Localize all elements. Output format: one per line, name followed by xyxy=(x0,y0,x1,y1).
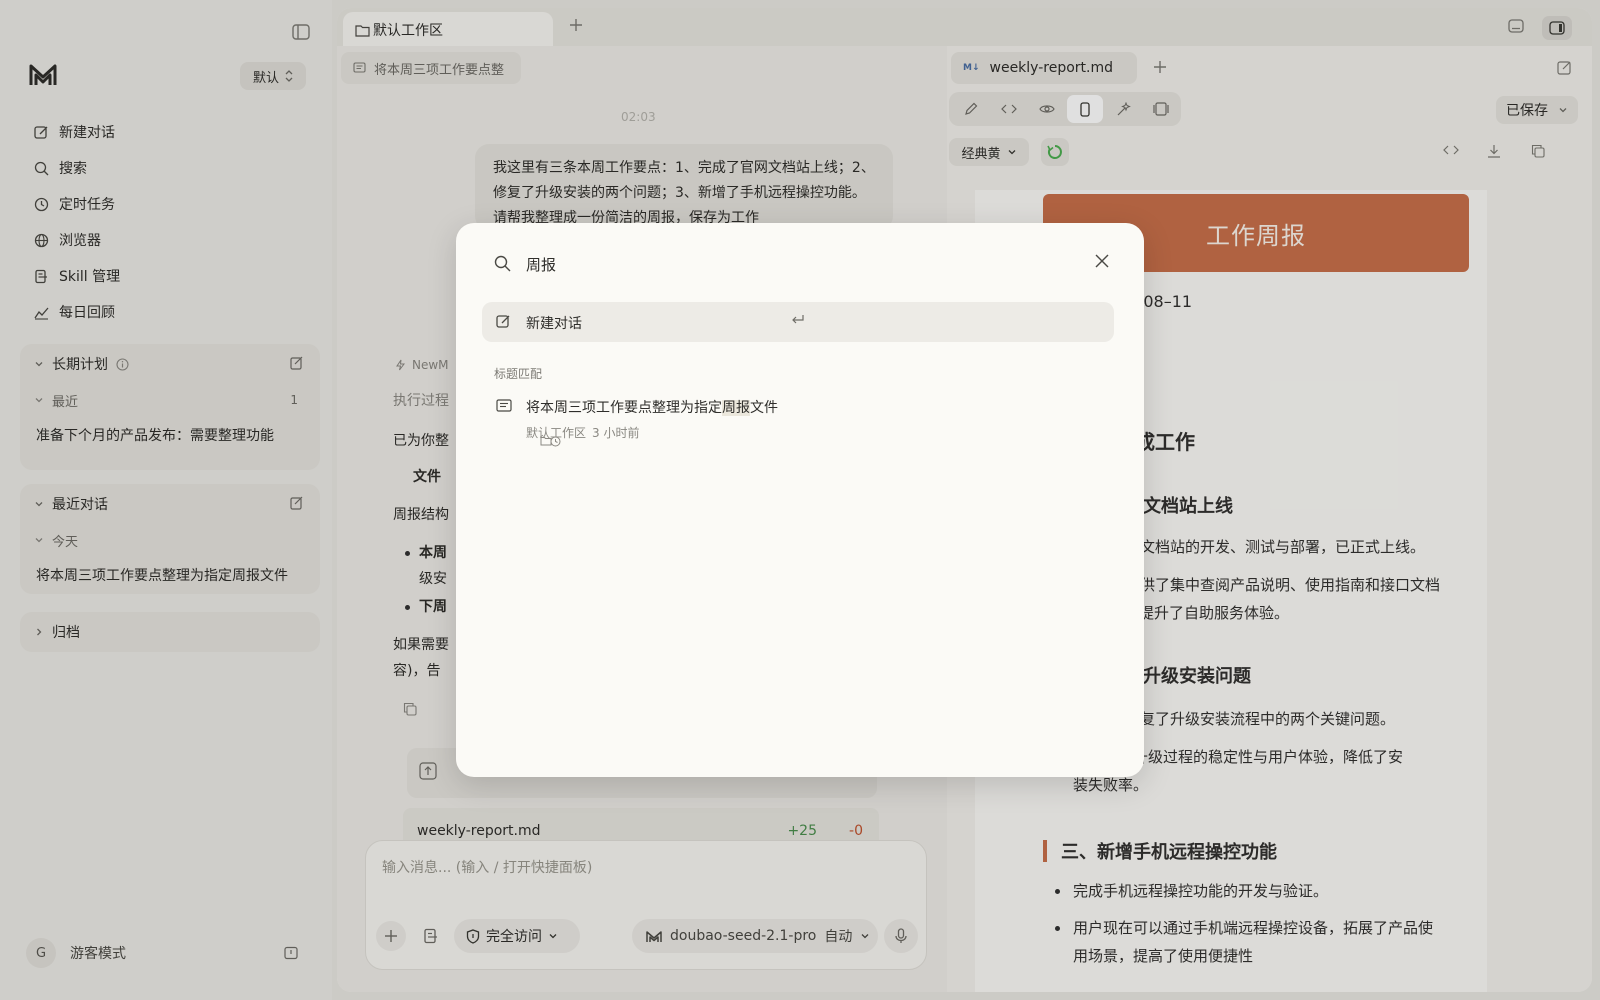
clock-icon xyxy=(550,436,561,447)
search-result-item[interactable]: 将本周三项工作要点整理为指定周报文件 默认工作区 3 小时前 xyxy=(482,387,1114,447)
enter-key-icon xyxy=(496,314,1100,326)
result-title-highlight: 周报 xyxy=(722,400,750,416)
result-time: 3 小时前 xyxy=(592,426,640,440)
close-icon[interactable] xyxy=(1094,253,1110,269)
search-icon xyxy=(494,255,511,272)
chat-bubble-icon xyxy=(496,399,512,414)
section-label: 标题匹配 xyxy=(494,367,543,381)
result-meta: 默认工作区 3 小时前 xyxy=(526,424,640,447)
search-input[interactable] xyxy=(526,249,1046,279)
result-title-text: 将本周三项工作要点整理为指定 xyxy=(526,400,722,416)
new-chat-option[interactable]: 新建对话 xyxy=(482,302,1114,342)
result-title-text: 文件 xyxy=(750,400,778,416)
result-title: 将本周三项工作要点整理为指定周报文件 xyxy=(526,397,778,417)
search-modal: 新建对话 标题匹配 将本周三项工作要点整理为指定周报文件 默认工作区 3 小时前 xyxy=(456,223,1144,777)
